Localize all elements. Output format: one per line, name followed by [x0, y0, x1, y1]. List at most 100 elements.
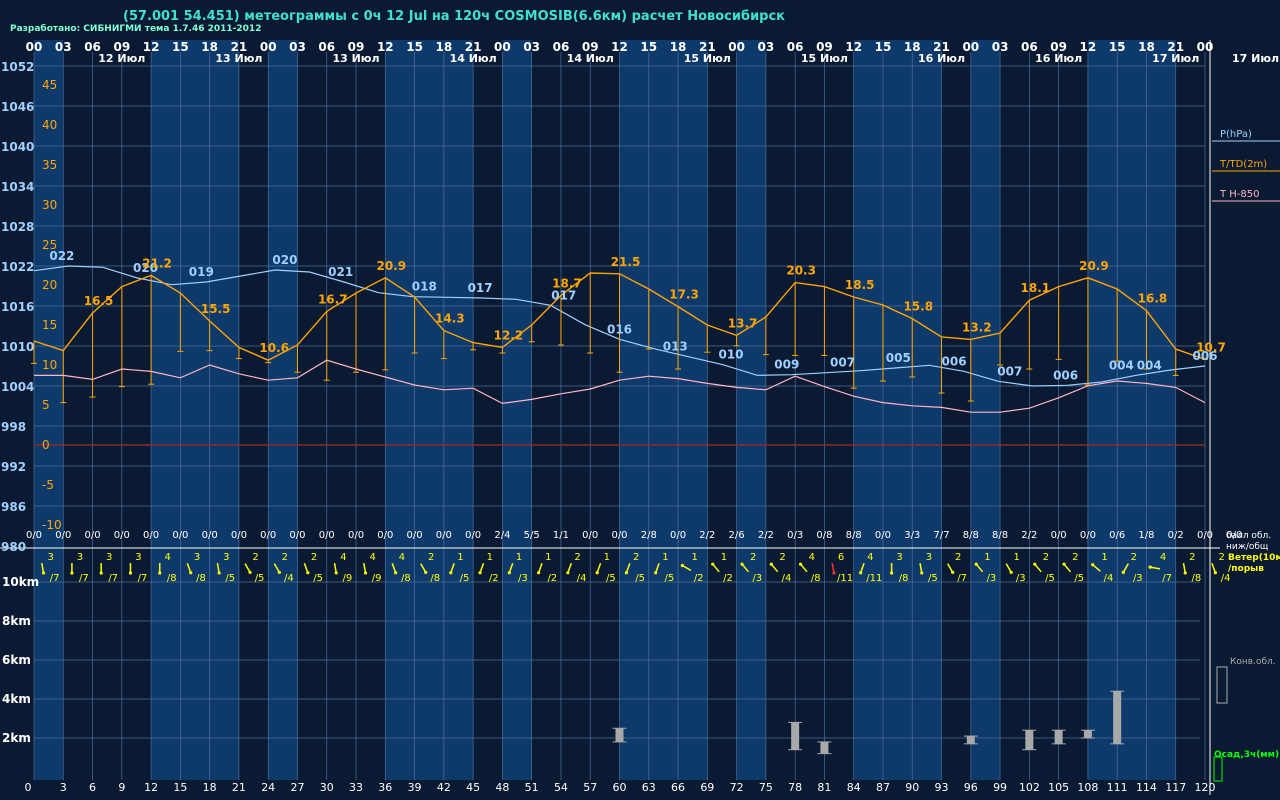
- bottom-hour-label: 99: [993, 781, 1007, 794]
- temperature-value-label: 18.7: [552, 276, 582, 290]
- height-tick: 8km: [2, 614, 31, 628]
- bottom-hour-label: 81: [817, 781, 831, 794]
- cloud-cover-label: 0/0: [26, 530, 42, 541]
- wind-speed-label: 2: [779, 552, 785, 563]
- cloud-cover-label: 5/5: [524, 530, 540, 541]
- bottom-hour-label: 15: [173, 781, 187, 794]
- pressure-value-label: 007: [997, 364, 1022, 378]
- cloud-cover-label: 2/4: [494, 530, 510, 541]
- wind-speed-label: 2: [282, 552, 288, 563]
- top-hour-label: 15: [875, 40, 892, 54]
- wind-gust-label: /7: [957, 573, 967, 584]
- cloud-cover-label: 2/6: [729, 530, 745, 541]
- wind-speed-label: 3: [194, 552, 200, 563]
- temp-tick: 0: [42, 438, 50, 452]
- wind-arrow-head: [217, 571, 221, 575]
- meteogram-chart: 00 03 06 09 12 15 18 21 00 03 06 09 12 15 18 21 00 03 06 09…: [0, 9, 1280, 795]
- wind-gust-label: /2: [723, 573, 733, 584]
- wind-arrow-head: [424, 570, 428, 574]
- cloud-cover-label: 0/0: [1080, 530, 1096, 541]
- temperature-value-label: 12.2: [494, 328, 524, 342]
- wind-speed-label: 2: [1189, 552, 1195, 563]
- pressure-tick: 1028: [1, 220, 34, 234]
- wind-speed-label: 3: [77, 552, 83, 563]
- cloud-cover-label: 0/0: [231, 530, 247, 541]
- temperature-value-label: 17.3: [669, 288, 699, 302]
- bottom-hour-label: 33: [349, 781, 363, 794]
- pressure-value-label: 019: [189, 265, 214, 279]
- wind-arrow-head: [306, 571, 310, 575]
- wind-arrow-head: [537, 571, 541, 575]
- bottom-hour-label: 114: [1136, 781, 1157, 794]
- wind-speed-label: 2: [750, 552, 756, 563]
- wind-gust-label: /4: [1104, 573, 1114, 584]
- credit-text: Разработано: СИБНИГМИ тема 1.7.46 2011-2…: [10, 23, 261, 34]
- wind-gust-label: /7: [138, 573, 148, 584]
- cloud-cover-label: 0/0: [436, 530, 452, 541]
- legend-clouds-1: балл обл.: [1226, 531, 1271, 541]
- wind-speed-label: 2: [1072, 552, 1078, 563]
- bottom-hour-label: 84: [847, 781, 861, 794]
- wind-speed-label: 2: [574, 552, 580, 563]
- wind-gust-label: /8: [899, 573, 909, 584]
- legend-wind-1: Ветер(10м: [1228, 553, 1280, 563]
- day-band: [151, 40, 239, 780]
- day-label: 13 Июл: [215, 52, 262, 65]
- wind-gust-label: /4: [284, 573, 294, 584]
- pressure-value-label: 006: [1053, 368, 1078, 382]
- day-band: [736, 40, 766, 780]
- wind-gust-label: /5: [460, 573, 470, 584]
- cloud-cover-label: 0/0: [582, 530, 598, 541]
- wind-gust-label: /11: [866, 573, 882, 584]
- day-band: [385, 40, 474, 780]
- pressure-tick: 1016: [1, 300, 34, 314]
- temperature-value-label: 15.8: [903, 300, 933, 314]
- day-band: [970, 40, 1001, 780]
- wind-speed-label: 2: [1043, 552, 1049, 563]
- day-band: [502, 40, 532, 780]
- temp-tick: 35: [42, 158, 57, 172]
- day-label: 14 Июл: [450, 52, 497, 65]
- cloud-cover-label: 0/3: [787, 530, 803, 541]
- wind-gust-label: /5: [606, 573, 616, 584]
- bottom-hour-label: 63: [642, 781, 656, 794]
- wind-gust-label: /8: [811, 573, 821, 584]
- day-label: 12 Июл: [98, 52, 145, 65]
- wind-gust-label: /7: [108, 573, 118, 584]
- wind-arrow-head: [1148, 565, 1152, 569]
- wind-arrow-head: [859, 571, 863, 575]
- wind-gust-label: /5: [928, 573, 938, 584]
- pressure-value-label: 017: [468, 281, 493, 295]
- cloud-cover-label: 0/0: [319, 530, 335, 541]
- wind-gust-label: /5: [635, 573, 645, 584]
- wind-arrow-head: [951, 570, 955, 574]
- wind-gust-label: /7: [50, 573, 60, 584]
- cloud-cover-label: 0/0: [55, 530, 71, 541]
- top-hour-label: 15: [640, 40, 657, 54]
- convective-cloud-bar: [1054, 730, 1063, 744]
- legend-precip-swatch: [1213, 756, 1223, 782]
- wind-arrow-head: [158, 571, 162, 575]
- temp-tick: 10: [42, 358, 57, 372]
- bottom-hour-label: 0: [25, 781, 32, 794]
- wind-gust-label: /3: [518, 573, 528, 584]
- convective-cloud-bar: [1083, 730, 1092, 738]
- wind-arrow-head: [740, 562, 744, 566]
- cloud-cover-label: 0/0: [875, 530, 891, 541]
- convective-cloud-bar: [820, 741, 829, 754]
- wind-arrow-head: [449, 571, 453, 575]
- legend-wind-2: /порыв: [1228, 564, 1264, 574]
- wind-arrow-head: [711, 562, 715, 566]
- wind-speed-label: 4: [399, 552, 405, 563]
- pressure-value-label: 016: [607, 322, 632, 336]
- bottom-hour-label: 117: [1165, 781, 1186, 794]
- wind-speed-label: 3: [135, 552, 141, 563]
- legend-temperature: T/TD(2m): [1219, 159, 1267, 170]
- bottom-hour-label: 21: [232, 781, 246, 794]
- wind-arrow-head: [654, 571, 658, 575]
- wind-arrow-head: [189, 571, 193, 575]
- pressure-value-label: 018: [412, 280, 437, 294]
- pressure-tick: 1004: [1, 380, 34, 394]
- wind-speed-label: 2: [428, 552, 434, 563]
- day-label: 16 Июл: [918, 52, 965, 65]
